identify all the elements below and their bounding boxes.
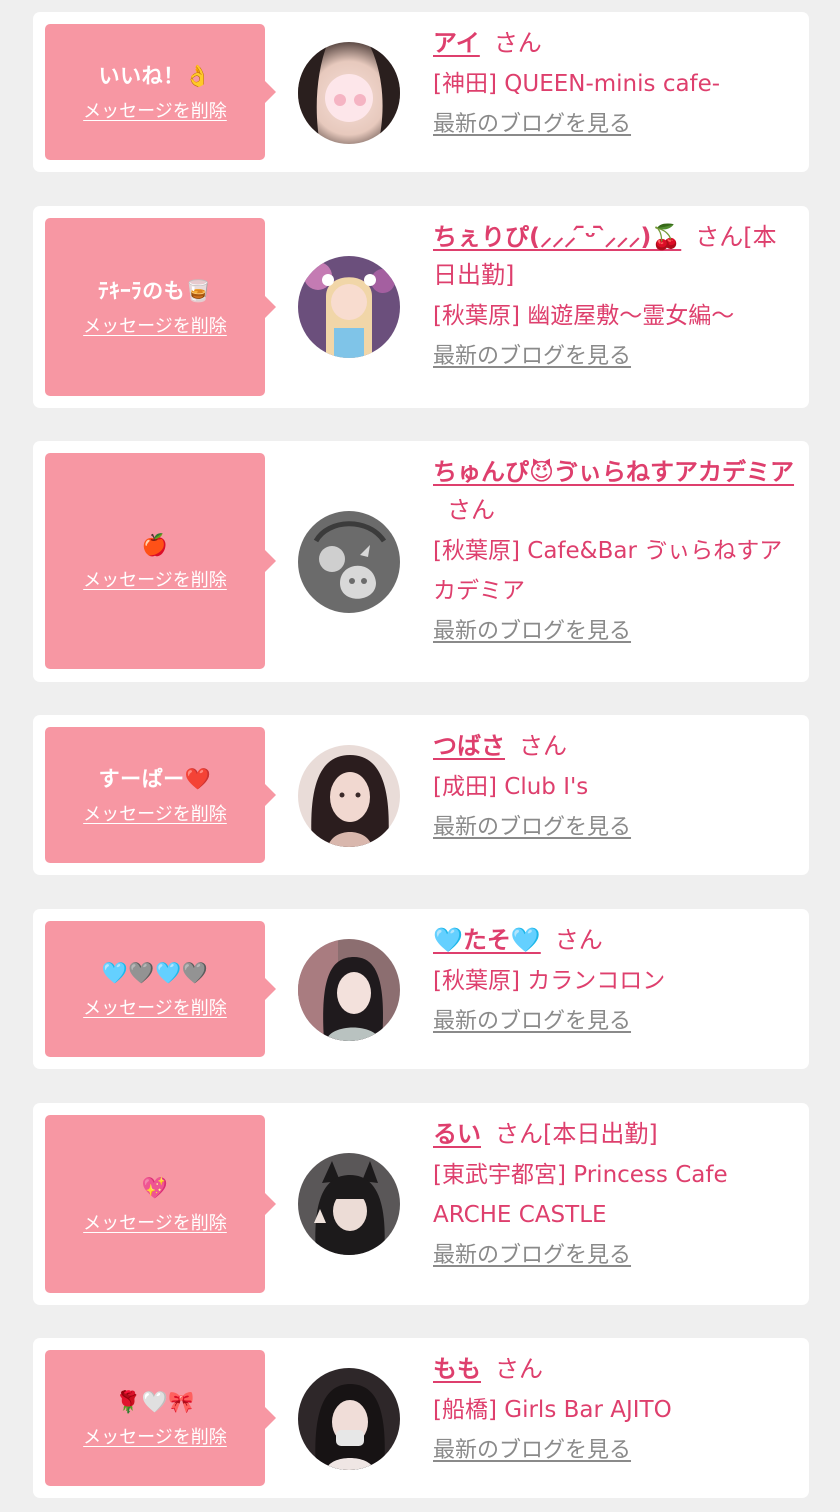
shop-name: [船橋] Girls Bar AJITO (433, 1397, 672, 1423)
shop-name: [神田] QUEEN-minis cafe- (433, 71, 721, 97)
shop-name: [秋葉原] カランコロン (433, 968, 666, 994)
latest-blog-link[interactable]: 最新のブログを見る (433, 813, 631, 843)
latest-blog-link[interactable]: 最新のブログを見る (433, 1007, 631, 1037)
message-text: ﾃｷｰﾗのも🥃 (98, 279, 212, 303)
cast-info: ちぇりぴ(⸝⸝⸝ ᷇ᵕ ᷆⸝⸝⸝)🍒 さん[本日出勤] [秋葉原] 幽遊屋敷～霊女… (433, 218, 795, 372)
message-bubble: 🩵🩶🩵🩶 メッセージを削除 (45, 921, 276, 1057)
profile-photo-icon[interactable] (298, 745, 400, 847)
profile-photo-icon[interactable] (298, 42, 400, 144)
cast-name-line: もも さん (433, 1350, 795, 1388)
latest-blog-link[interactable]: 最新のブログを見る (433, 1436, 631, 1466)
latest-blog-link[interactable]: 最新のブログを見る (433, 110, 631, 140)
message-card: ﾃｷｰﾗのも🥃 メッセージを削除 ちぇりぴ(⸝⸝⸝ ᷇ᵕ ᷆⸝⸝⸝)🍒 さん[本日… (33, 206, 809, 408)
delete-message-link[interactable]: メッセージを削除 (83, 316, 227, 338)
cast-info: るい さん[本日出勤] [東武宇都宮] Princess Cafe ARCHE C… (433, 1115, 795, 1271)
message-bubble: すーぱー❤️ メッセージを削除 (45, 727, 276, 863)
cast-name-link[interactable]: ちゅんぴ😈ゔぃらねすアカデミア (433, 458, 794, 486)
message-text: 🌹🤍🎀 (115, 1390, 195, 1414)
cast-info: アイ さん [神田] QUEEN-minis cafe- 最新のブログを見る (433, 24, 795, 140)
cast-name-line: つばさ さん (433, 727, 795, 765)
profile-photo-icon[interactable] (298, 256, 400, 358)
latest-blog-link[interactable]: 最新のブログを見る (433, 1241, 631, 1271)
message-card: いいね！👌 メッセージを削除 アイ さん [神田] QUEEN-minis caf… (33, 12, 809, 172)
cast-info: ちゅんぴ😈ゔぃらねすアカデミアさん [秋葉原] Cafe&Bar ゔぃらねすアカ… (433, 453, 795, 647)
default-avatar-icon[interactable] (298, 511, 400, 613)
latest-blog-link[interactable]: 最新のブログを見る (433, 342, 631, 372)
message-card: 🩵🩶🩵🩶 メッセージを削除 🩵たそ🩵 さん [秋葉原] カランコロン 最新のブログ… (33, 909, 809, 1069)
delete-message-link[interactable]: メッセージを削除 (83, 570, 227, 592)
cast-honorific: さん (447, 496, 495, 524)
cast-name-link[interactable]: ちぇりぴ(⸝⸝⸝ ᷇ᵕ ᷆⸝⸝⸝)🍒 (433, 223, 681, 251)
cast-name-link[interactable]: るい (433, 1120, 481, 1148)
profile-photo-icon[interactable] (298, 1153, 400, 1255)
cast-name-line: ちぇりぴ(⸝⸝⸝ ᷇ᵕ ᷆⸝⸝⸝)🍒 さん[本日出勤] (433, 218, 795, 294)
message-bubble: ﾃｷｰﾗのも🥃 メッセージを削除 (45, 218, 276, 396)
message-text: 🩵🩶🩵🩶 (101, 961, 209, 985)
cast-name-link[interactable]: 🩵たそ🩵 (433, 926, 541, 954)
shop-name: [秋葉原] Cafe&Bar ゔぃらねすアカデミア (433, 538, 783, 604)
cast-honorific: さん (495, 1355, 543, 1383)
shop-name: [秋葉原] 幽遊屋敷～霊女編～ (433, 303, 735, 329)
message-bubble: 💖 メッセージを削除 (45, 1115, 276, 1293)
message-text: 💖 (141, 1176, 169, 1200)
cast-info: つばさ さん [成田] Club I's 最新のブログを見る (433, 727, 795, 843)
message-bubble: いいね！👌 メッセージを削除 (45, 24, 276, 160)
delete-message-link[interactable]: メッセージを削除 (83, 1213, 227, 1235)
profile-photo-icon[interactable] (298, 939, 400, 1041)
message-card: 💖 メッセージを削除 るい さん[本日出勤] [東武宇都宮] Princess C… (33, 1103, 809, 1305)
cast-name-link[interactable]: もも (433, 1355, 481, 1383)
profile-photo-icon[interactable] (298, 1368, 400, 1470)
message-bubble: 🍎 メッセージを削除 (45, 453, 276, 669)
delete-message-link[interactable]: メッセージを削除 (83, 998, 227, 1020)
message-card: 🌹🤍🎀 メッセージを削除 もも さん [船橋] Girls Bar AJITO 最… (33, 1338, 809, 1498)
cast-honorific: さん (519, 732, 567, 760)
message-bubble: 🌹🤍🎀 メッセージを削除 (45, 1350, 276, 1486)
latest-blog-link[interactable]: 最新のブログを見る (433, 617, 631, 647)
message-list: いいね！👌 メッセージを削除 アイ さん [神田] QUEEN-minis caf… (0, 0, 840, 1512)
message-text: すーぱー❤️ (98, 767, 212, 791)
cast-honorific: さん (554, 926, 603, 954)
cast-honorific: さん (493, 29, 542, 57)
delete-message-link[interactable]: メッセージを削除 (83, 1427, 227, 1449)
cast-info: もも さん [船橋] Girls Bar AJITO 最新のブログを見る (433, 1350, 795, 1466)
cast-honorific: さん[本日出勤] (495, 1120, 658, 1148)
cast-name-line: ちゅんぴ😈ゔぃらねすアカデミアさん (433, 453, 795, 529)
message-text: いいね！👌 (98, 64, 212, 88)
cast-info: 🩵たそ🩵 さん [秋葉原] カランコロン 最新のブログを見る (433, 921, 795, 1037)
cast-name-link[interactable]: アイ (433, 29, 480, 57)
message-text: 🍎 (141, 533, 169, 557)
delete-message-link[interactable]: メッセージを削除 (83, 804, 227, 826)
shop-name: [成田] Club I's (433, 774, 589, 800)
message-card: 🍎 メッセージを削除 ちゅんぴ😈ゔぃらねすアカデミアさん [秋葉原] Cafe&… (33, 441, 809, 682)
shop-name: [東武宇都宮] Princess Cafe ARCHE CASTLE (433, 1162, 728, 1228)
delete-message-link[interactable]: メッセージを削除 (83, 101, 227, 123)
cast-name-line: 🩵たそ🩵 さん (433, 921, 795, 959)
message-card: すーぱー❤️ メッセージを削除 つばさ さん [成田] Club I's 最新のブ… (33, 715, 809, 875)
cast-name-line: るい さん[本日出勤] (433, 1115, 795, 1153)
cast-name-line: アイ さん (433, 24, 795, 62)
cast-name-link[interactable]: つばさ (433, 732, 505, 760)
